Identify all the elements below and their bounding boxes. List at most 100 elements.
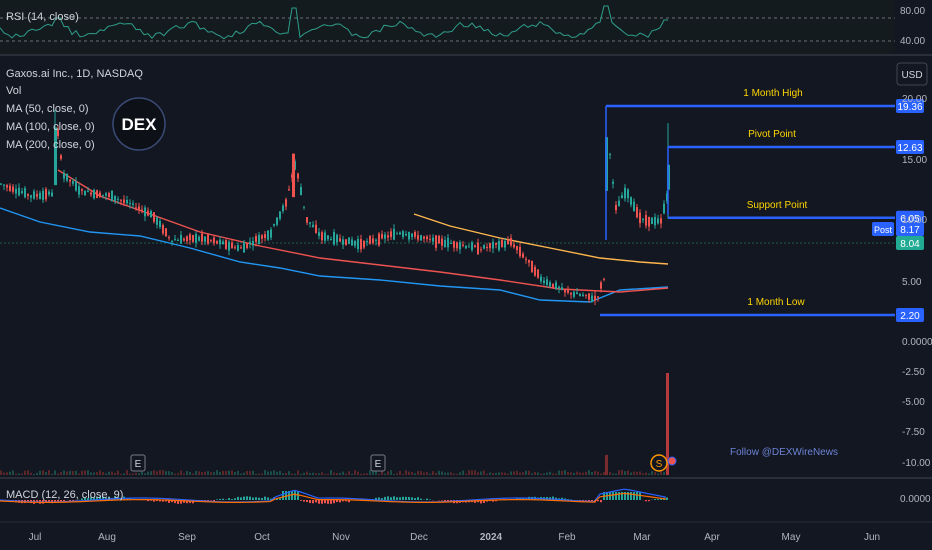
candle-body [630,197,632,205]
candle-body [354,240,356,246]
time-tick-label: Sep [178,532,196,543]
volume-bar [360,473,362,475]
macd-histogram-bar [264,496,266,500]
price-tick-label: 5.00 [902,277,922,288]
earnings-marker-2[interactable]: E [370,454,386,472]
volume-bar [318,473,320,475]
macd-histogram-bar [309,500,311,504]
candle-body [312,224,314,228]
candle-body [39,192,41,200]
candle-body [513,244,515,248]
price-tick-label: 10.00 [902,215,927,226]
volume-bar [393,473,395,475]
volume-bar [369,470,371,475]
volume-bar [387,471,389,475]
stock-chart[interactable]: RSI (14, close) 80.00 40.00 1 Month High… [0,0,932,550]
volume-bar [477,472,479,475]
candle-body [9,185,11,191]
price-tick-label: 15.00 [902,155,927,166]
macd-histogram-bar [228,498,230,500]
volume-bar [213,472,215,475]
volume-bar [462,470,464,475]
volume-bar [144,473,146,475]
rsi-label: RSI (14, close) [6,11,79,23]
candle-body [141,209,143,211]
candle-body [579,294,581,296]
candle-body [594,295,596,301]
candle-body [534,267,536,276]
volume-bar [432,471,434,475]
volume-bar [342,471,344,475]
candle-body [189,234,191,241]
earnings-marker-text: E [375,459,382,470]
volume-bar [48,470,50,475]
macd-histogram-bar [441,500,443,501]
volume-bar [441,471,443,475]
candle-body [351,239,353,246]
macd-histogram-bar [618,492,620,500]
candle-body [336,234,338,243]
volume-bar [84,470,86,475]
candle-body [153,212,155,222]
macd-histogram-bar [666,497,668,500]
volume-bar [288,471,290,475]
ma200-label: MA (200, close, 0) [6,139,95,151]
candle-body [438,235,440,244]
candle-body [84,190,86,196]
candle-body [528,259,530,263]
volume-bar [480,471,482,475]
currency-button[interactable]: USD [896,62,928,86]
volume-bar [255,473,257,475]
candle-body [603,278,605,280]
candle-body [156,217,158,225]
candle-body [360,239,362,250]
rsi-tick-40: 40.00 [900,36,925,47]
volume-bar [138,473,140,475]
volume-bar [540,473,542,475]
dividend-dot[interactable] [667,456,677,466]
volume-bar [81,470,83,475]
price-badge-label: 8.17 [900,225,920,236]
macd-histogram-bar [429,499,431,500]
candle-body [570,292,572,295]
volume-bar [636,471,638,475]
volume-bar [519,472,521,475]
macd-histogram-bar [336,500,338,503]
rsi-pane[interactable]: RSI (14, close) 80.00 40.00 [0,0,925,54]
volume-bar [585,471,587,475]
candle-body [168,237,170,239]
candle-body [393,228,395,240]
candle-body [114,195,116,202]
level-label: 1 Month High [743,88,802,99]
candle-body [558,286,560,289]
volume-bar [147,471,149,475]
volume-bar [597,471,599,475]
macd-histogram-bar [393,496,395,500]
candle-body [384,234,386,239]
volume-bar [633,471,635,475]
macd-histogram-bar [303,500,305,502]
volume-bar [189,472,191,475]
candle-body [465,245,467,249]
macd-histogram-bar [408,496,410,500]
macd-histogram-bar [420,498,422,500]
candle-body [210,239,212,241]
candle-body [267,230,269,240]
earnings-marker-1[interactable]: E [130,454,146,472]
candle-body [3,184,5,186]
volume-bar [435,472,437,475]
candle-body [123,199,125,203]
volume-bar [93,472,95,475]
volume-bar [549,471,551,475]
candle-body [102,194,104,196]
macd-histogram-bar [321,500,323,504]
candle-body [285,199,287,207]
candle-body [165,228,167,237]
candle-body [237,245,239,251]
candle-body [222,241,224,245]
volume-bar [324,473,326,475]
time-tick-label: Oct [254,532,270,543]
macd-histogram-bar [306,500,308,503]
candle-body [300,187,302,196]
volume-bar [495,472,497,475]
